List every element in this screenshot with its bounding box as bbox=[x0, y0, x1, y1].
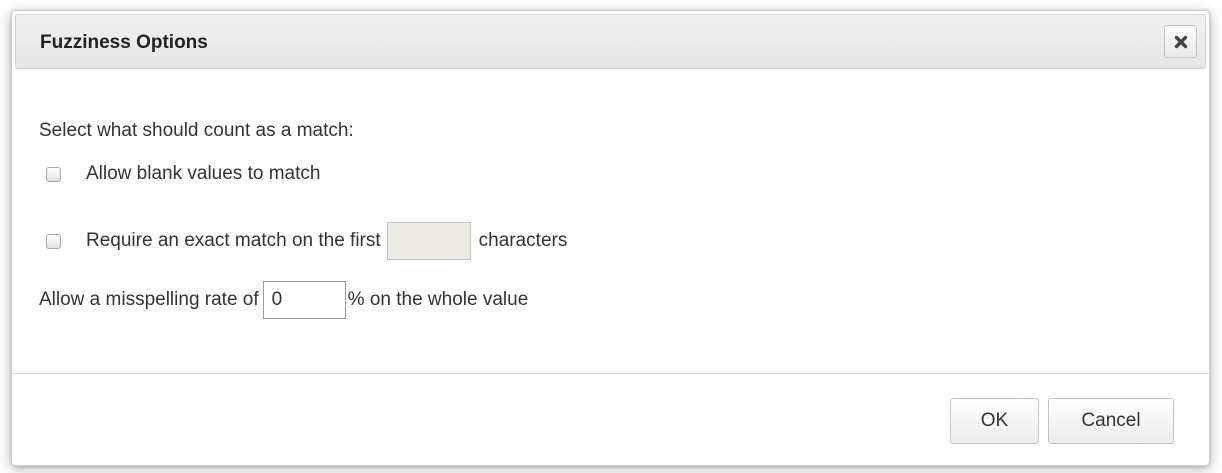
cancel-button[interactable]: Cancel bbox=[1048, 398, 1174, 444]
fuzziness-options-dialog: Fuzziness Options Select what should cou… bbox=[11, 10, 1210, 466]
misspelling-rate-input[interactable] bbox=[262, 281, 346, 319]
exact-match-label: Require an exact match on the first bbox=[86, 230, 381, 251]
close-x-icon bbox=[1174, 35, 1187, 48]
exact-match-row: Require an exact match on the first char… bbox=[46, 222, 567, 260]
allow-blank-label: Allow blank values to match bbox=[86, 163, 321, 184]
allow-blank-row: Allow blank values to match bbox=[46, 163, 320, 185]
match-prompt: Select what should count as a match: bbox=[39, 120, 354, 141]
exact-match-characters-input[interactable] bbox=[386, 222, 471, 260]
allow-blank-checkbox[interactable] bbox=[46, 166, 61, 182]
misspelling-suffix: % on the whole value bbox=[347, 289, 529, 310]
close-button[interactable] bbox=[1164, 25, 1197, 58]
misspelling-label: Allow a misspelling rate of bbox=[39, 289, 259, 310]
screen: Fuzziness Options Select what should cou… bbox=[0, 0, 1222, 473]
dialog-titlebar[interactable]: Fuzziness Options bbox=[15, 14, 1206, 69]
dialog-footer: OK Cancel bbox=[12, 373, 1209, 465]
exact-match-checkbox[interactable] bbox=[46, 233, 61, 249]
ok-button[interactable]: OK bbox=[950, 398, 1039, 444]
dialog-body: Select what should count as a match: All… bbox=[12, 69, 1209, 373]
misspelling-row: Allow a misspelling rate of % on the who… bbox=[39, 281, 528, 319]
exact-match-suffix: characters bbox=[478, 230, 568, 251]
dialog-title: Fuzziness Options bbox=[40, 32, 208, 53]
